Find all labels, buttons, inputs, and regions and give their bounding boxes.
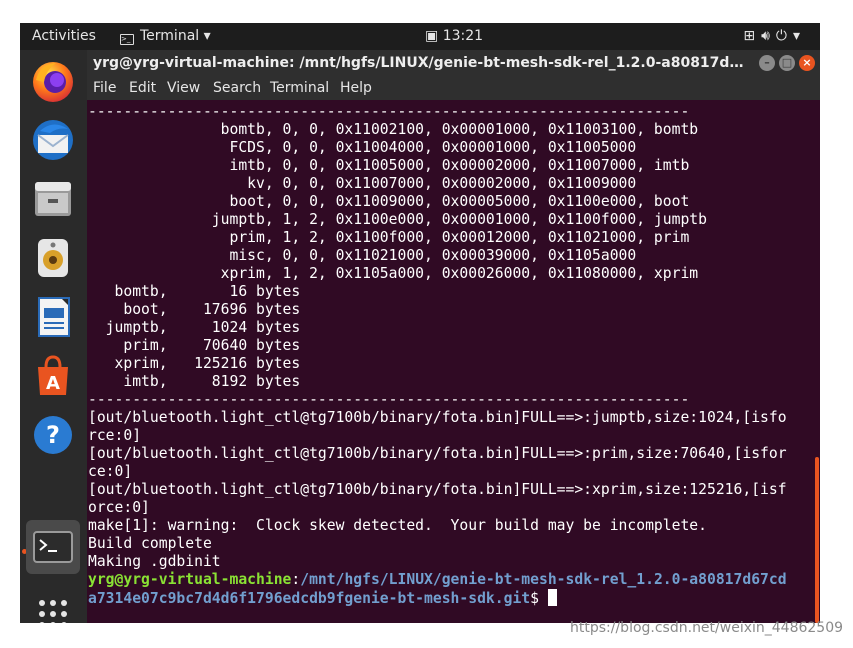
app-menu-label: Terminal (140, 28, 200, 44)
terminal-line: rce:0] (88, 427, 142, 444)
terminal-line: prim, 1, 2, 0x1100f000, 0x00012000, 0x11… (88, 229, 690, 246)
window-title: yrg@yrg-virtual-machine: /mnt/hgfs/LINUX… (93, 55, 753, 71)
desktop-screen: Activities >_ Terminal ▾ ▣ 13:21 ⊞🔊︎⏻▾ A… (20, 23, 820, 623)
menu-view[interactable]: View (167, 80, 200, 96)
writer-launcher[interactable] (26, 290, 80, 344)
terminal-line: boot, 0, 0, 0x11009000, 0x00005000, 0x11… (88, 193, 690, 210)
terminal-line: imtb, 8192 bytes (88, 373, 301, 390)
svg-text:?: ? (46, 421, 60, 449)
terminal-line: kv, 0, 0, 0x11007000, 0x00002000, 0x1100… (88, 175, 637, 192)
chevron-down-icon: ▾ (792, 28, 806, 44)
software-launcher[interactable]: A (26, 349, 80, 403)
writer-icon (38, 297, 70, 337)
terminal-line: Making .gdbinit (88, 553, 221, 570)
terminal-line: xprim, 1, 2, 0x1105a000, 0x00026000, 0x1… (88, 265, 699, 282)
terminal-line: xprim, 125216 bytes (88, 355, 301, 372)
menu-terminal[interactable]: Terminal (270, 80, 329, 96)
terminal-line: [out/bluetooth.light_ctl@tg7100b/binary/… (88, 409, 787, 426)
clock[interactable]: ▣ 13:21 (425, 28, 483, 44)
terminal-line: [out/bluetooth.light_ctl@tg7100b/binary/… (88, 481, 787, 498)
terminal-line: ce:0] (88, 463, 133, 480)
files-icon (35, 182, 71, 216)
clock-label: 13:21 (442, 28, 484, 44)
calendar-icon: ▣ (425, 28, 439, 44)
system-tray[interactable]: ⊞🔊︎⏻▾ (743, 28, 806, 44)
prompt-line: yrg@yrg-virtual-machine:/mnt/hgfs/LINUX/… (88, 571, 787, 589)
terminal-window: yrg@yrg-virtual-machine: /mnt/hgfs/LINUX… (87, 50, 820, 623)
terminal-line: bomtb, 0, 0, 0x11002100, 0x00001000, 0x1… (88, 121, 699, 138)
prompt-symbol: $ (530, 590, 548, 607)
thunderbird-launcher[interactable] (26, 113, 80, 167)
software-icon: A (38, 355, 68, 395)
maximize-icon: □ (781, 56, 793, 69)
rhythmbox-launcher[interactable] (26, 231, 80, 285)
terminal-small-icon: >_ (120, 34, 134, 45)
firefox-launcher[interactable] (26, 54, 80, 108)
minimize-icon: – (764, 56, 770, 69)
text-cursor (547, 589, 557, 606)
rhythmbox-icon (38, 239, 68, 277)
window-titlebar[interactable]: yrg@yrg-virtual-machine: /mnt/hgfs/LINUX… (87, 50, 820, 78)
firefox-icon (33, 62, 73, 102)
menu-search[interactable]: Search (213, 80, 261, 96)
terminal-line: prim, 70640 bytes (88, 337, 301, 354)
menu-file[interactable]: File (93, 80, 116, 96)
chevron-down-icon: ▾ (203, 28, 211, 44)
terminal-line: Build complete (88, 535, 212, 552)
scrollbar[interactable] (815, 457, 819, 623)
terminal-output[interactable]: ----------------------------------------… (87, 100, 820, 623)
network-icon: ⊞ (743, 28, 762, 44)
prompt-separator: : (291, 571, 301, 588)
terminal-line: FCDS, 0, 0, 0x11004000, 0x00001000, 0x11… (88, 139, 637, 156)
menu-bar: File Edit View Search Terminal Help (87, 78, 820, 100)
watermark: https://blog.csdn.net/weixin_44862509 (570, 620, 844, 636)
help-icon: ? (34, 416, 72, 454)
activities-button[interactable]: Activities (32, 28, 96, 44)
app-menu-button[interactable]: >_ Terminal ▾ (120, 28, 211, 45)
terminal-line: [out/bluetooth.light_ctl@tg7100b/binary/… (88, 445, 787, 462)
dock: A ? (20, 50, 87, 623)
terminal-line: bomtb, 16 bytes (88, 283, 301, 300)
terminal-line: boot, 17696 bytes (88, 301, 301, 318)
minimize-button[interactable]: – (759, 55, 775, 71)
terminal-line: misc, 0, 0, 0x11021000, 0x00039000, 0x11… (88, 247, 637, 264)
prompt-user: yrg@yrg-virtual-machine (88, 571, 292, 588)
help-launcher[interactable]: ? (26, 408, 80, 462)
thunderbird-icon (33, 120, 73, 160)
power-icon: ⏻ (775, 28, 793, 44)
terminal-line: orce:0] (88, 499, 150, 516)
prompt-path-continued: a7314e07c9bc7d4d6f1796edcdb9fgenie-bt-me… (88, 590, 531, 607)
terminal-line: jumptb, 1, 2, 0x1100e000, 0x00001000, 0x… (88, 211, 707, 228)
show-apps-button[interactable] (26, 587, 80, 623)
terminal-line: make[1]: warning: Clock skew detected. Y… (88, 517, 707, 534)
top-bar: Activities >_ Terminal ▾ ▣ 13:21 ⊞🔊︎⏻▾ (20, 23, 820, 50)
close-button[interactable]: × (799, 55, 815, 71)
menu-help[interactable]: Help (340, 80, 372, 96)
show-apps-icon (39, 600, 67, 623)
terminal-launcher[interactable] (26, 520, 80, 574)
terminal-line: jumptb, 1024 bytes (88, 319, 301, 336)
files-launcher[interactable] (26, 172, 80, 226)
menu-edit[interactable]: Edit (129, 80, 156, 96)
terminal-line: ----------------------------------------… (88, 391, 690, 408)
terminal-icon (33, 531, 73, 563)
volume-icon: 🔊︎ (761, 28, 776, 44)
terminal-line: ----------------------------------------… (88, 103, 690, 120)
maximize-button[interactable]: □ (779, 55, 795, 71)
terminal-line: imtb, 0, 0, 0x11005000, 0x00002000, 0x11… (88, 157, 690, 174)
prompt-line-continued: a7314e07c9bc7d4d6f1796edcdb9fgenie-bt-me… (88, 589, 787, 607)
svg-text:A: A (46, 373, 60, 394)
prompt-path: /mnt/hgfs/LINUX/genie-bt-mesh-sdk-rel_1.… (300, 571, 787, 588)
close-icon: × (802, 56, 812, 69)
